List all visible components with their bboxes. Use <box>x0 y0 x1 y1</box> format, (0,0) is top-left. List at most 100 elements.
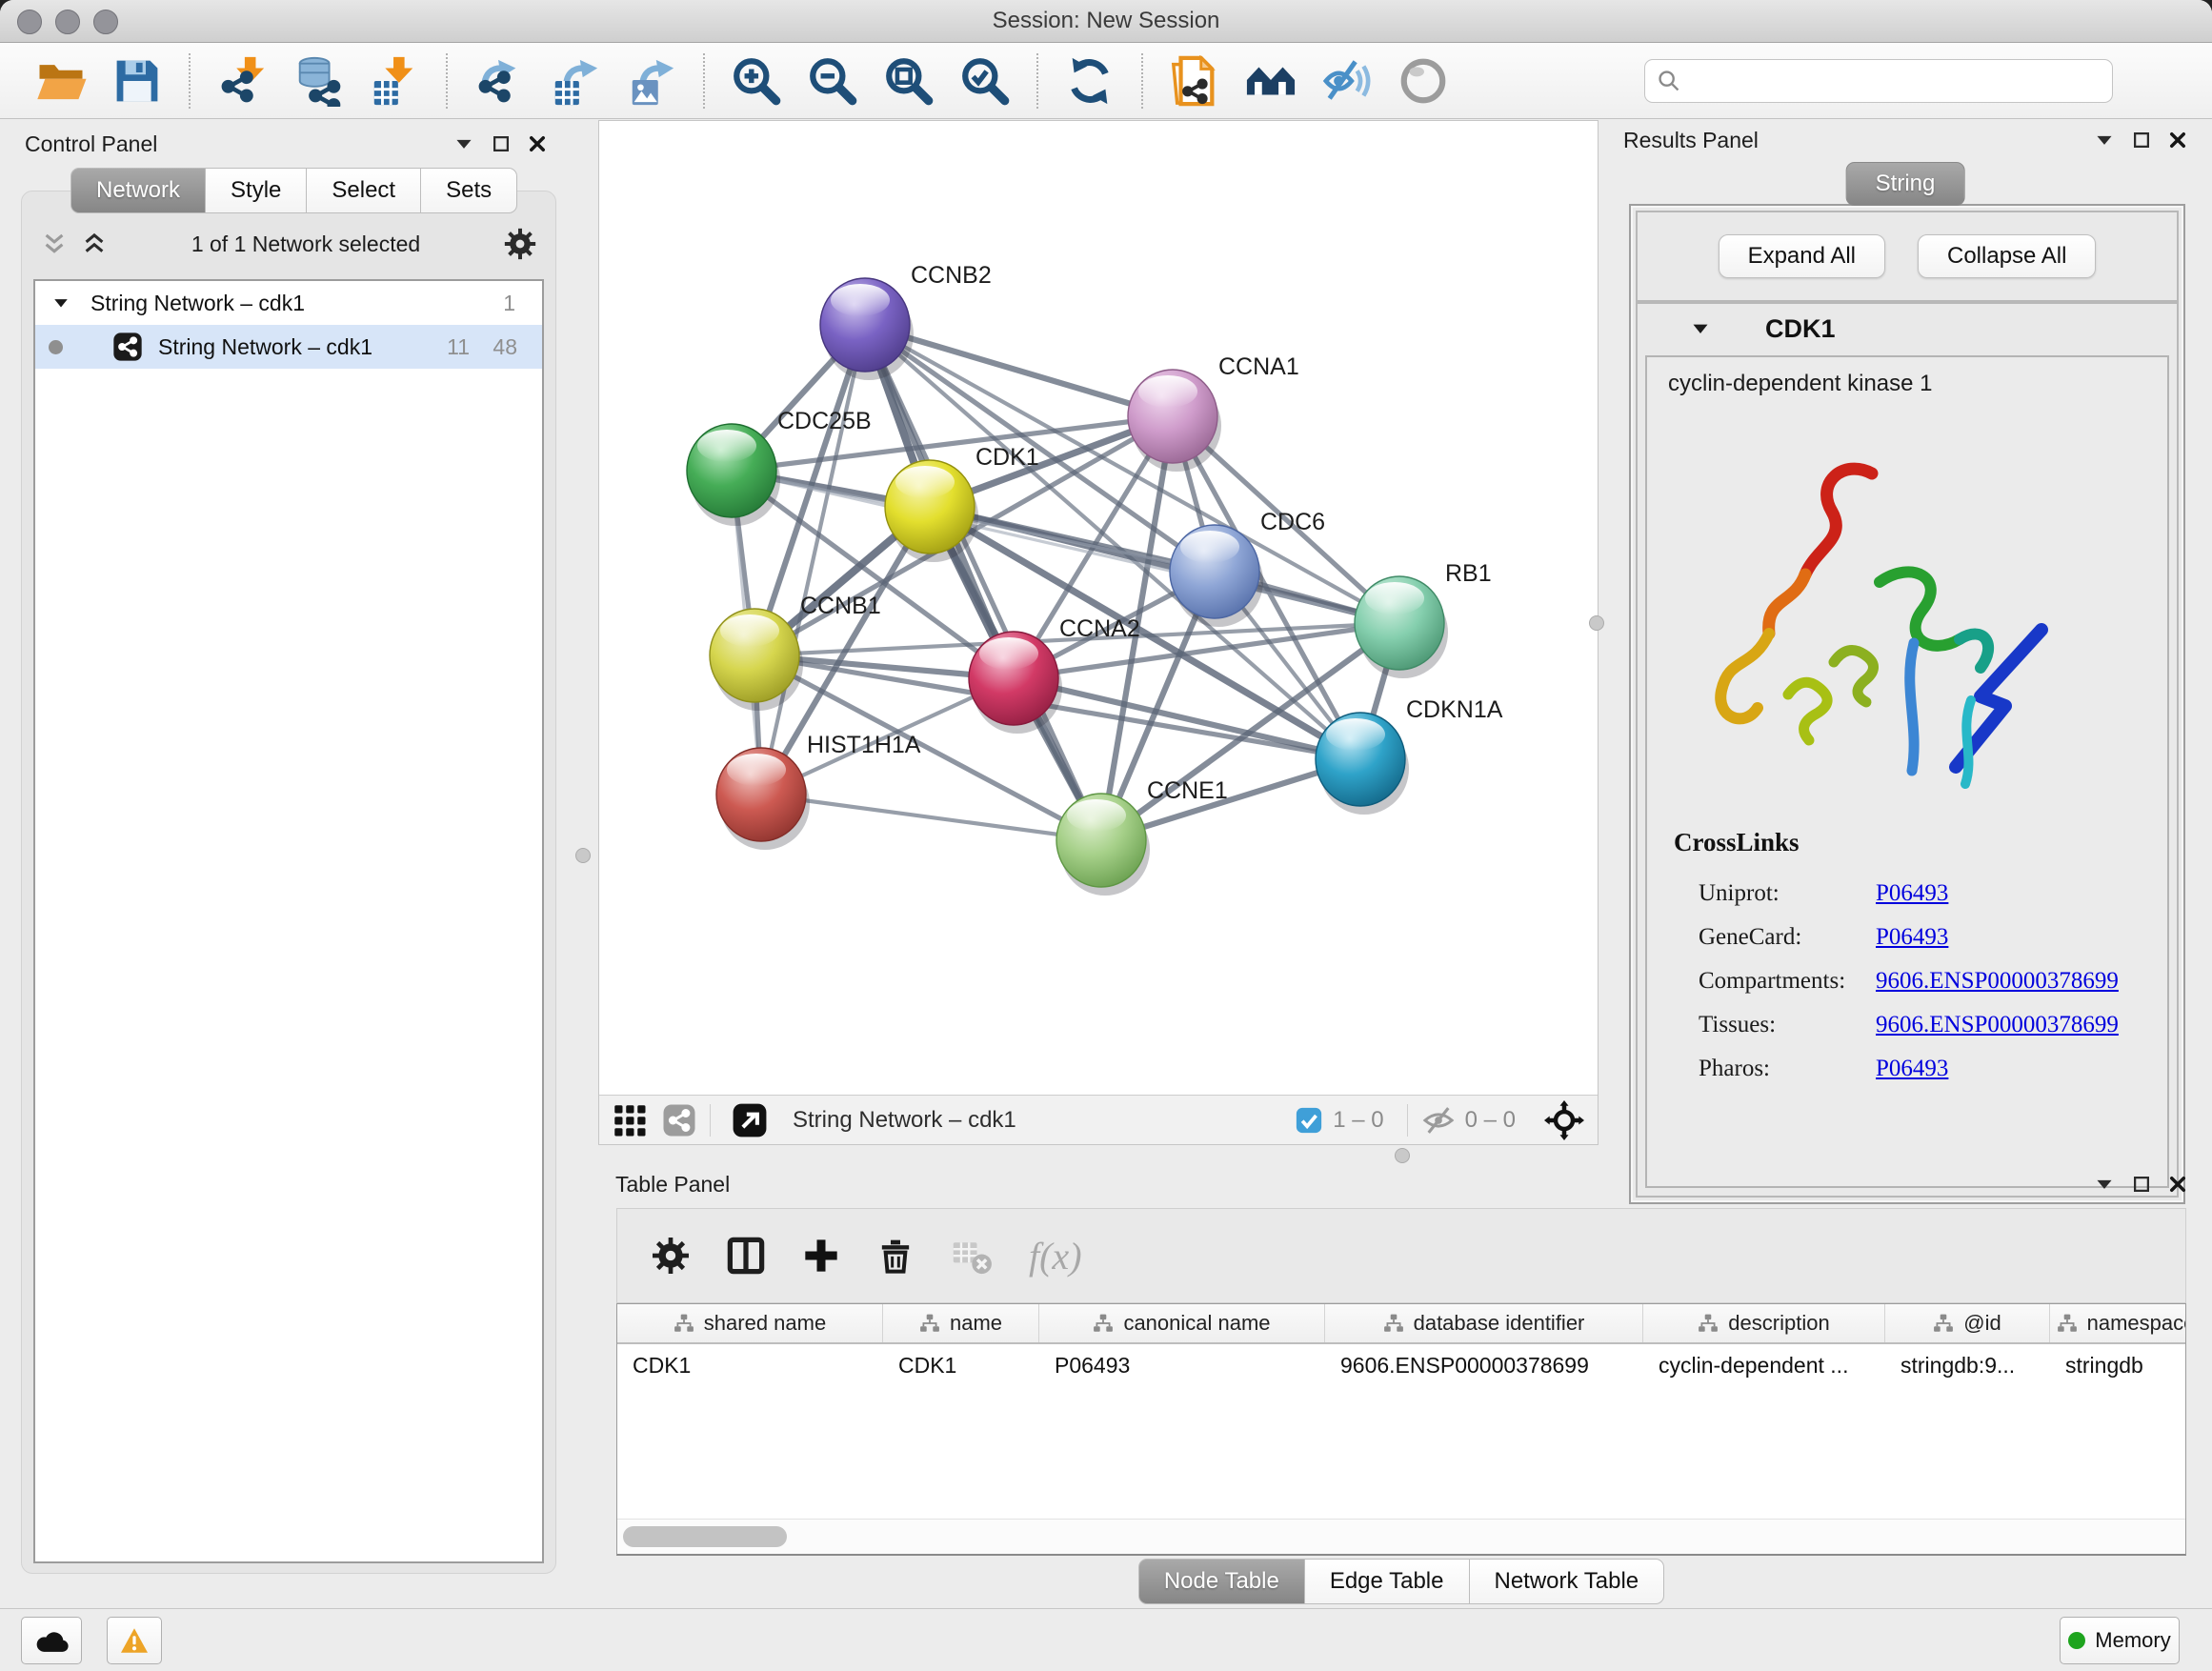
network-node-RB1[interactable]: RB1 <box>1355 560 1492 678</box>
search-input[interactable] <box>1691 68 2101 94</box>
crosslink-value-link[interactable]: P06493 <box>1876 924 1948 951</box>
tab-network-table[interactable]: Network Table <box>1469 1559 1665 1604</box>
cloud-icon <box>34 1628 69 1653</box>
annotations-eye-icon[interactable] <box>1321 55 1373 107</box>
birdseye-grid-icon[interactable] <box>613 1103 647 1137</box>
crosslink-value-link[interactable]: P06493 <box>1876 880 1948 907</box>
export-network-icon[interactable] <box>473 55 525 107</box>
network-canvas[interactable]: CCNB2 CCNA1 CDC25B CDK1 CDC6 RB1 CCNB1 C… <box>599 121 1598 1095</box>
network-selected-status: 1 of 1 Network selected <box>108 232 504 257</box>
help-button[interactable] <box>2140 56 2189 106</box>
protein-structure-image <box>1674 456 2074 809</box>
zoom-fit-icon[interactable] <box>883 55 935 107</box>
memory-button[interactable]: Memory <box>2060 1617 2180 1664</box>
tab-edge-table[interactable]: Edge Table <box>1304 1559 1470 1604</box>
import-database-icon[interactable] <box>292 55 344 107</box>
warnings-button[interactable] <box>107 1617 162 1664</box>
column-header-description[interactable]: description <box>1643 1304 1885 1342</box>
column-header-namespace[interactable]: namespace <box>2050 1304 2186 1342</box>
gene-symbol: CDK1 <box>1765 314 1836 344</box>
column-header-canonical-name[interactable]: canonical name <box>1039 1304 1325 1342</box>
panel-float-icon[interactable] <box>2132 131 2151 150</box>
panel-close-icon[interactable] <box>528 134 547 153</box>
zoom-in-icon[interactable] <box>731 55 782 107</box>
panel-menu-caret-icon[interactable] <box>453 133 474 154</box>
column-header--id[interactable]: @id <box>1885 1304 2050 1342</box>
node-label: CCNA2 <box>1059 615 1140 642</box>
zoom-selected-icon[interactable] <box>959 55 1011 107</box>
network-node-CDKN1A[interactable]: CDKN1A <box>1316 696 1503 815</box>
panel-close-icon[interactable] <box>2168 1175 2187 1194</box>
crosslink-value-link[interactable]: P06493 <box>1876 1056 1948 1082</box>
expand-all-networks-icon[interactable] <box>81 231 108 257</box>
panel-close-icon[interactable] <box>2168 131 2187 150</box>
gene-collapse-caret-icon[interactable] <box>1691 319 1710 338</box>
grey-sphere-icon[interactable] <box>1398 55 1449 107</box>
table-options-gear-icon[interactable] <box>652 1237 690 1275</box>
toolbar-divider <box>703 53 705 109</box>
crosslink-value-link[interactable]: 9606.ENSP00000378699 <box>1876 968 2119 995</box>
crosslink-label: Pharos: <box>1699 1056 1876 1082</box>
table-cell: CDK1 <box>883 1344 1039 1386</box>
tab-node-table[interactable]: Node Table <box>1138 1559 1305 1604</box>
expand-all-button[interactable]: Expand All <box>1719 234 1885 278</box>
warning-icon <box>120 1627 149 1654</box>
table-row[interactable]: CDK1CDK1P064939606.ENSP00000378699cyclin… <box>617 1344 2185 1386</box>
export-table-icon[interactable] <box>550 55 601 107</box>
network-collection-row[interactable]: String Network – cdk1 1 <box>35 281 542 325</box>
open-folder-icon[interactable] <box>35 55 87 107</box>
document-share-icon[interactable] <box>1169 55 1220 107</box>
network-edge[interactable] <box>761 795 1101 840</box>
crosslink-row: Tissues:9606.ENSP00000378699 <box>1699 1003 2158 1047</box>
tab-string[interactable]: String <box>1846 162 1965 206</box>
birdseye-toggle-icon[interactable] <box>1544 1100 1584 1140</box>
open-in-window-icon[interactable] <box>732 1102 768 1138</box>
network-node-CDK1[interactable]: CDK1 <box>885 444 1039 562</box>
bottom-splitter-handle[interactable] <box>1395 1148 1410 1163</box>
search-box[interactable] <box>1644 59 2113 103</box>
column-header-label: database identifier <box>1414 1311 1585 1336</box>
right-splitter-handle[interactable] <box>1589 615 1604 631</box>
panel-menu-caret-icon[interactable] <box>2094 130 2115 151</box>
zoom-out-icon[interactable] <box>807 55 858 107</box>
collapse-all-button[interactable]: Collapse All <box>1918 234 2096 278</box>
save-icon[interactable] <box>111 55 163 107</box>
network-node-HIST1H1A[interactable]: HIST1H1A <box>716 732 921 850</box>
scrollbar-thumb[interactable] <box>623 1526 787 1547</box>
tab-network[interactable]: Network <box>70 168 206 213</box>
column-header-shared-name[interactable]: shared name <box>617 1304 883 1342</box>
show-columns-icon[interactable] <box>726 1236 766 1276</box>
column-header-database-identifier[interactable]: database identifier <box>1325 1304 1643 1342</box>
left-splitter-handle[interactable] <box>575 848 591 863</box>
panel-float-icon[interactable] <box>2132 1175 2151 1194</box>
import-network-icon[interactable] <box>216 55 268 107</box>
column-header-name[interactable]: name <box>883 1304 1039 1342</box>
crosslink-value-link[interactable]: 9606.ENSP00000378699 <box>1876 1012 2119 1038</box>
export-image-icon[interactable] <box>626 55 677 107</box>
table-horizontal-scrollbar[interactable] <box>617 1519 2185 1554</box>
panel-menu-caret-icon[interactable] <box>2094 1174 2115 1195</box>
selected-checkbox-icon[interactable] <box>1295 1106 1323 1135</box>
collection-collapse-caret-icon[interactable] <box>52 294 70 312</box>
panel-float-icon[interactable] <box>492 134 511 153</box>
tab-style[interactable]: Style <box>205 168 307 213</box>
crosslink-row: GeneCard:P06493 <box>1699 916 2158 959</box>
network-share-gray-icon[interactable] <box>662 1103 696 1137</box>
tab-sets[interactable]: Sets <box>420 168 517 213</box>
cloud-button[interactable] <box>21 1617 82 1664</box>
network-row-selected[interactable]: String Network – cdk1 11 48 <box>35 325 542 369</box>
control-panel-tabs: NetworkStyleSelectSets <box>70 168 517 213</box>
column-attr-icon <box>1383 1313 1404 1334</box>
tab-select[interactable]: Select <box>306 168 421 213</box>
refresh-icon[interactable] <box>1064 55 1116 107</box>
network-edge[interactable] <box>865 325 1101 840</box>
memory-status-dot <box>2068 1632 2085 1649</box>
crosslink-row: Uniprot:P06493 <box>1699 872 2158 916</box>
create-column-plus-icon[interactable] <box>802 1237 840 1275</box>
delete-column-trash-icon[interactable] <box>876 1237 915 1275</box>
network-options-gear-icon[interactable] <box>504 228 536 260</box>
import-table-icon[interactable] <box>369 55 420 107</box>
collapse-all-networks-icon[interactable] <box>41 231 68 257</box>
string-home-icon[interactable] <box>1245 55 1297 107</box>
current-network-dot-icon <box>49 340 63 354</box>
